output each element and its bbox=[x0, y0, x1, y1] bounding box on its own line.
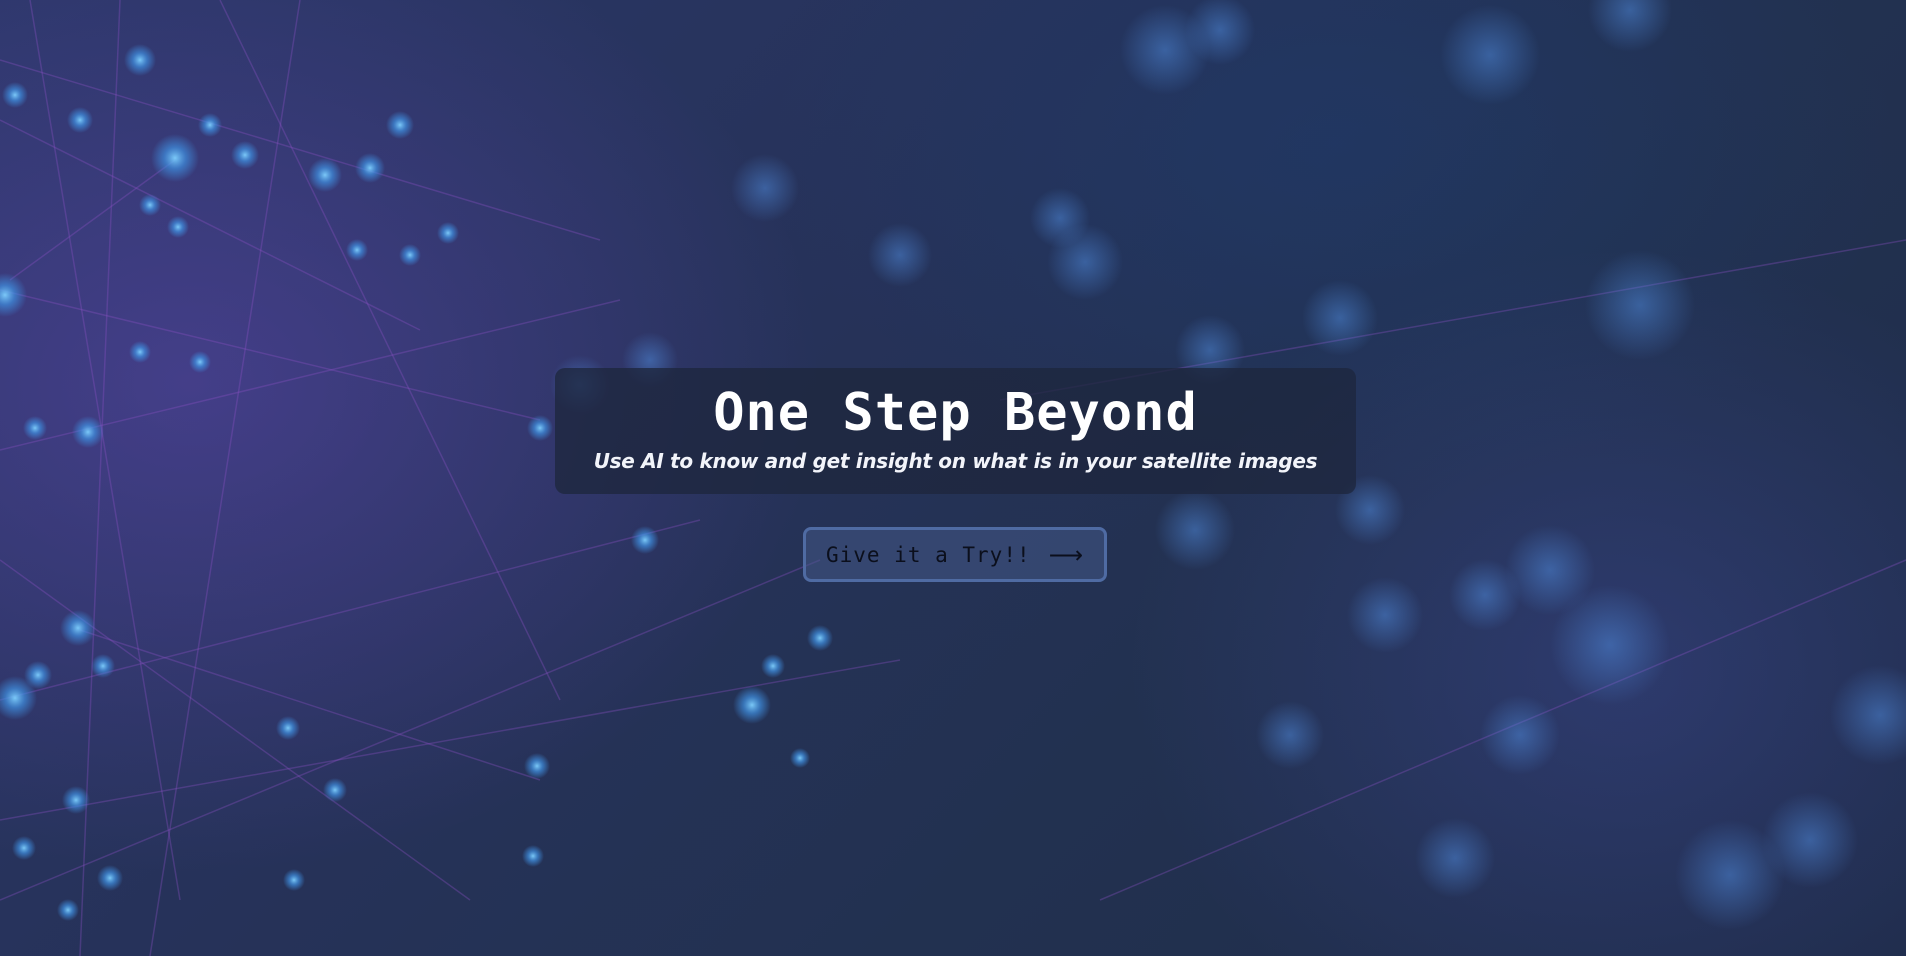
hero-panel: One Step Beyond Use AI to know and get i… bbox=[555, 368, 1356, 494]
cta-button-label: Give it a Try!! bbox=[825, 542, 1031, 567]
arrow-right-icon: ⟶ bbox=[1048, 540, 1085, 569]
hero-subtitle: Use AI to know and get insight on what i… bbox=[593, 449, 1318, 473]
give-it-a-try-button[interactable]: Give it a Try!! ⟶ bbox=[803, 527, 1107, 582]
hero-title: One Step Beyond bbox=[713, 383, 1198, 443]
